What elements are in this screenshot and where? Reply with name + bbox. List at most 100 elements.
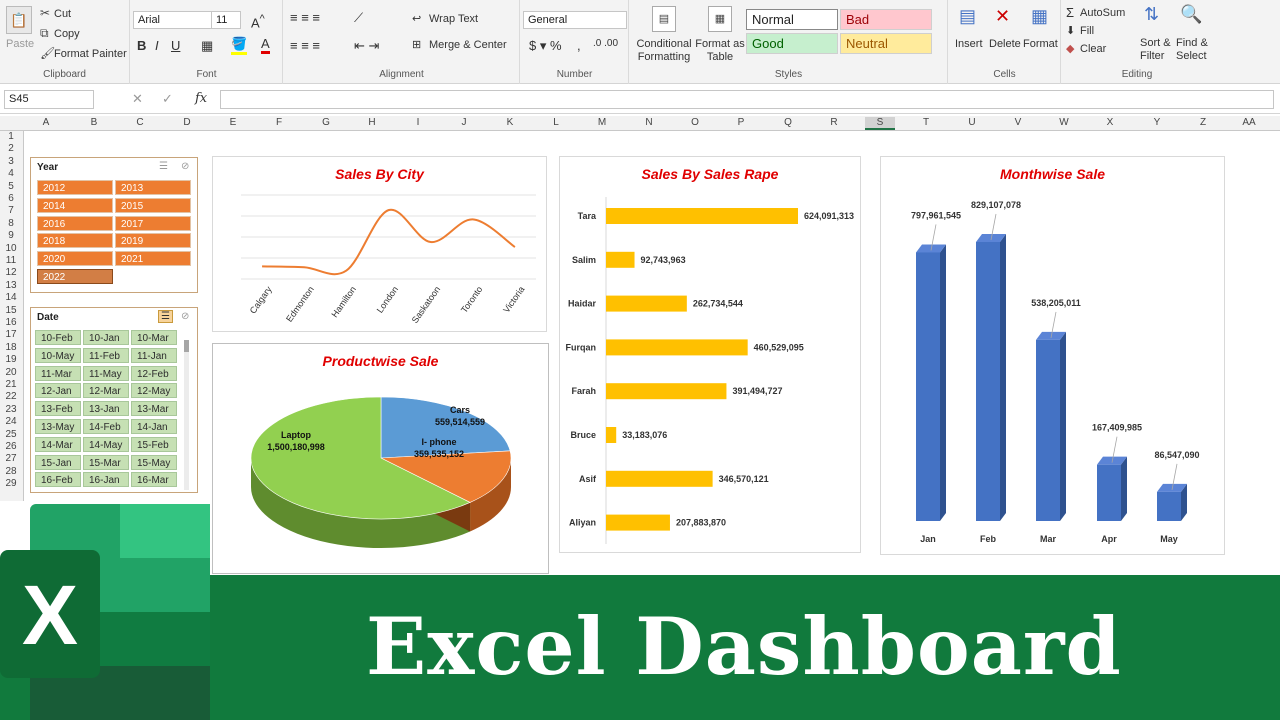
- date-slicer-item[interactable]: 11-Feb: [83, 347, 129, 363]
- date-slicer-item[interactable]: 12-Jan: [35, 383, 81, 399]
- column-header[interactable]: N: [634, 117, 664, 128]
- date-slicer-item[interactable]: 11-Mar: [35, 365, 81, 381]
- row-header[interactable]: 3: [0, 156, 22, 167]
- column-header[interactable]: C: [125, 117, 155, 128]
- sales-by-rep-chart[interactable]: Sales By Sales Rape Tara 624,091,313 Salim…: [559, 156, 861, 553]
- column-header[interactable]: O: [680, 117, 710, 128]
- cancel-entry-icon[interactable]: ✕: [132, 91, 143, 107]
- multi-select-icon[interactable]: ☰: [159, 161, 168, 172]
- row-header[interactable]: 9: [0, 230, 22, 241]
- row-header[interactable]: 22: [0, 391, 22, 402]
- row-header[interactable]: 20: [0, 367, 22, 378]
- date-slicer-item[interactable]: 14-Jan: [131, 419, 177, 434]
- column-header[interactable]: I: [403, 117, 433, 128]
- date-slicer-item[interactable]: 13-May: [35, 419, 81, 434]
- date-slicer-item[interactable]: 10-May: [35, 347, 81, 363]
- column-header[interactable]: J: [449, 117, 479, 128]
- style-neutral[interactable]: Neutral: [840, 33, 932, 54]
- align-top-icon[interactable]: ≡ ≡ ≡: [290, 10, 320, 25]
- date-slicer-item[interactable]: 16-Jan: [83, 472, 129, 488]
- style-bad[interactable]: Bad: [840, 9, 932, 30]
- slicer-scrollbar[interactable]: [184, 340, 189, 490]
- column-header[interactable]: G: [311, 117, 341, 128]
- clear-filter-icon[interactable]: ⊘: [181, 161, 189, 172]
- row-header[interactable]: 13: [0, 280, 22, 291]
- row-header[interactable]: 15: [0, 305, 22, 316]
- column-header[interactable]: V: [1003, 117, 1033, 128]
- row-header[interactable]: 28: [0, 466, 22, 477]
- confirm-entry-icon[interactable]: ✓: [162, 91, 173, 107]
- bold-button[interactable]: B: [137, 38, 146, 53]
- column-header[interactable]: A: [31, 117, 61, 128]
- accounting-icon[interactable]: $ ▾ %: [529, 38, 562, 54]
- date-slicer-item[interactable]: 14-Mar: [35, 436, 81, 452]
- column-header[interactable]: U: [957, 117, 987, 128]
- date-slicer-item[interactable]: 11-Jan: [131, 347, 177, 363]
- year-slicer-item[interactable]: 2020: [37, 251, 113, 267]
- row-header[interactable]: 5: [0, 181, 22, 192]
- row-header[interactable]: 23: [0, 404, 22, 415]
- column-header[interactable]: L: [541, 117, 571, 128]
- column-header[interactable]: S: [865, 117, 895, 130]
- row-header[interactable]: 8: [0, 218, 22, 229]
- find-select-button[interactable]: Find & Select: [1176, 37, 1212, 63]
- row-header[interactable]: 21: [0, 379, 22, 390]
- paste-icon[interactable]: 📋: [6, 6, 32, 34]
- year-slicer-item[interactable]: 2017: [115, 215, 191, 231]
- date-slicer-item[interactable]: 13-Jan: [83, 401, 129, 417]
- row-header[interactable]: 26: [0, 441, 22, 452]
- date-slicer-item[interactable]: 16-Mar: [131, 472, 177, 488]
- wrap-text-button[interactable]: Wrap Text: [429, 13, 478, 25]
- row-header[interactable]: 17: [0, 329, 22, 340]
- fill-color-icon[interactable]: 🪣: [231, 36, 248, 55]
- year-slicer-item[interactable]: 2018: [37, 233, 113, 249]
- column-header[interactable]: E: [218, 117, 248, 128]
- year-slicer-item[interactable]: 2014: [37, 197, 113, 213]
- format-painter-button[interactable]: Format Painter: [54, 48, 127, 60]
- date-slicer-item[interactable]: 13-Feb: [35, 401, 81, 417]
- font-name-select[interactable]: Arial: [133, 11, 213, 29]
- clear-button[interactable]: Clear: [1080, 43, 1106, 55]
- year-slicer-item[interactable]: 2022: [37, 269, 113, 284]
- align-left-icon[interactable]: ≡ ≡ ≡: [290, 38, 320, 53]
- column-header[interactable]: Z: [1188, 117, 1218, 128]
- style-good[interactable]: Good: [746, 33, 838, 54]
- row-header[interactable]: 4: [0, 168, 22, 179]
- year-slicer-item[interactable]: 2019: [115, 233, 191, 249]
- column-header[interactable]: T: [911, 117, 941, 128]
- comma-icon[interactable]: ,: [577, 38, 581, 53]
- column-header[interactable]: P: [726, 117, 756, 128]
- row-header[interactable]: 16: [0, 317, 22, 328]
- format-cells-button[interactable]: Format: [1023, 38, 1058, 50]
- column-header[interactable]: Y: [1142, 117, 1172, 128]
- date-slicer-item[interactable]: 12-Feb: [131, 365, 177, 381]
- orientation-icon[interactable]: ⟋: [354, 10, 363, 26]
- productwise-sale-chart[interactable]: Productwise Sale Cars 559,514,559 I- phone…: [212, 343, 549, 574]
- row-header[interactable]: 25: [0, 429, 22, 440]
- row-header[interactable]: 18: [0, 342, 22, 353]
- column-header[interactable]: W: [1049, 117, 1079, 128]
- font-color-icon[interactable]: A: [261, 36, 270, 54]
- column-header[interactable]: B: [79, 117, 109, 128]
- date-slicer-item[interactable]: 12-May: [131, 383, 177, 399]
- sort-filter-button[interactable]: Sort & Filter: [1140, 37, 1176, 63]
- name-box[interactable]: S45: [4, 90, 94, 109]
- slicer-scroll-thumb[interactable]: [184, 340, 189, 352]
- decimal-icon[interactable]: .0 .00: [593, 38, 618, 49]
- italic-button[interactable]: I: [155, 38, 159, 53]
- date-slicer-item[interactable]: 12-Mar: [83, 383, 129, 399]
- column-header[interactable]: F: [264, 117, 294, 128]
- date-slicer-item[interactable]: 10-Feb: [35, 330, 81, 345]
- row-header[interactable]: 24: [0, 416, 22, 427]
- row-header[interactable]: 12: [0, 267, 22, 278]
- copy-button[interactable]: Copy: [54, 28, 80, 40]
- column-header[interactable]: X: [1095, 117, 1125, 128]
- date-slicer-item[interactable]: 15-May: [131, 454, 177, 470]
- borders-icon[interactable]: ▦: [201, 38, 213, 54]
- date-slicer-item[interactable]: 16-Feb: [35, 472, 81, 488]
- multi-select-icon[interactable]: ☰: [158, 310, 173, 323]
- row-header[interactable]: 7: [0, 205, 22, 216]
- date-slicer-item[interactable]: 11-May: [83, 365, 129, 381]
- font-grow-icon[interactable]: A^: [251, 13, 265, 30]
- date-slicer-item[interactable]: 10-Mar: [131, 330, 177, 345]
